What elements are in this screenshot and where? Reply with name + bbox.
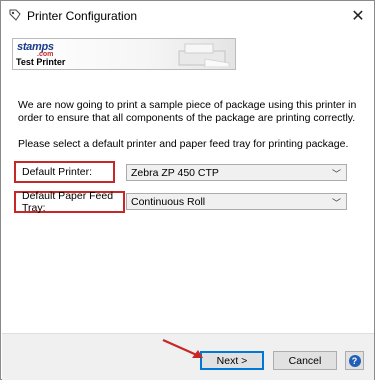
close-icon: ✕	[351, 8, 365, 25]
header-banner: stamps .com Test Printer	[12, 38, 236, 70]
default-printer-select[interactable]: Zebra ZP 450 CTP ﹀	[126, 164, 347, 181]
printer-illustration	[178, 43, 230, 67]
printer-configuration-dialog: Printer Configuration ✕ stamps .com Test…	[0, 0, 375, 380]
help-icon: ?	[348, 354, 361, 367]
default-tray-select[interactable]: Continuous Roll ﹀	[126, 193, 347, 210]
cancel-button-label: Cancel	[288, 354, 322, 367]
default-tray-value: Continuous Roll	[131, 195, 206, 208]
intro-text: We are now going to print a sample piece…	[18, 99, 357, 124]
close-button[interactable]: ✕	[342, 1, 374, 31]
default-printer-label: Default Printer:	[14, 161, 115, 183]
next-button[interactable]: Next >	[200, 351, 264, 370]
cancel-button[interactable]: Cancel	[273, 351, 337, 370]
banner-subtitle: Test Printer	[16, 57, 66, 67]
instruction-text: Please select a default printer and pape…	[18, 138, 349, 150]
title-bar: Printer Configuration ✕	[1, 1, 374, 31]
stamps-logo: stamps .com	[15, 41, 59, 58]
chevron-down-icon: ﹀	[331, 169, 341, 179]
default-printer-label-text: Default Printer:	[22, 166, 93, 178]
window-title: Printer Configuration	[27, 9, 138, 23]
help-button[interactable]: ?	[345, 351, 364, 370]
default-tray-label: Default Paper Feed Tray:	[14, 190, 125, 214]
next-button-label: Next >	[216, 354, 248, 367]
printer-wrench-icon	[9, 9, 21, 21]
chevron-down-icon: ﹀	[331, 198, 341, 208]
default-tray-label-text: Default Paper Feed Tray:	[22, 190, 114, 214]
annotation-arrow-icon	[162, 338, 203, 358]
default-printer-value: Zebra ZP 450 CTP	[131, 166, 219, 179]
